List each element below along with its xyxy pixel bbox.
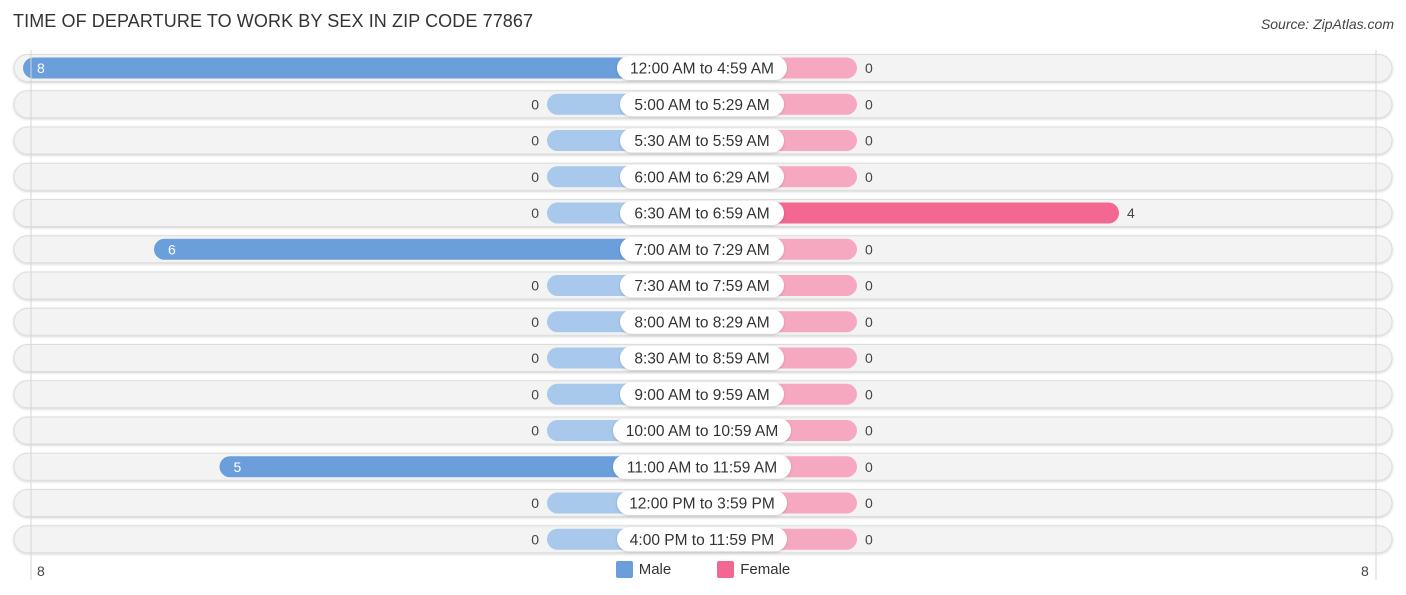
bar-row: 0 0 9:00 AM to 9:59 AM (13, 380, 1393, 409)
category-label: 12:00 AM to 4:59 AM (630, 61, 774, 78)
category-label: 8:00 AM to 8:29 AM (634, 314, 769, 331)
category-label: 4:00 PM to 11:59 PM (630, 532, 774, 549)
category-label: 11:00 AM to 11:59 AM (627, 459, 777, 476)
category-label: 8:30 AM to 8:59 AM (634, 351, 769, 368)
value-label-female: 0 (865, 169, 873, 185)
legend-swatch-male (615, 561, 633, 578)
bar-row: 0 0 8:30 AM to 8:59 AM (13, 344, 1393, 372)
bar-row: 6 0 7:00 AM to 7:29 AM (13, 235, 1393, 264)
legend-item-male[interactable]: Male (615, 561, 672, 578)
value-label-female: 0 (865, 495, 873, 511)
bar-row: 0 0 4:00 PM to 11:59 PM (13, 525, 1393, 554)
value-label-male: 8 (37, 60, 45, 76)
bar-row: 0 0 5:00 AM to 5:29 AM (13, 90, 1393, 119)
value-label-male: 0 (531, 495, 539, 511)
value-label-male: 0 (531, 278, 539, 294)
value-label-female: 0 (865, 350, 873, 366)
value-label-male: 0 (531, 96, 539, 112)
bar-row: 0 0 6:00 AM to 6:29 AM (13, 162, 1393, 191)
category-label: 6:30 AM to 6:59 AM (634, 206, 769, 223)
bar-row: 0 0 7:30 AM to 7:59 AM (13, 271, 1393, 300)
value-label-female: 0 (865, 133, 873, 149)
bar-row: 0 4 6:30 AM to 6:59 AM (13, 199, 1393, 227)
value-label-male: 0 (531, 314, 539, 330)
value-label-male: 0 (531, 205, 539, 221)
bar-row: 5 0 11:00 AM to 11:59 AM (13, 452, 1393, 481)
value-label-male: 0 (531, 169, 539, 185)
chart-canvas: 8 0 12:00 AM to 4:59 AM 0 0 5:00 AM to 5:29 A… (13, 50, 1393, 580)
legend-label-male: Male (638, 561, 672, 578)
category-label: 12:00 PM to 3:59 PM (629, 496, 775, 513)
bar-row: 0 0 5:30 AM to 5:59 AM (13, 126, 1393, 155)
bar-male[interactable] (154, 238, 702, 260)
value-label-female: 0 (865, 96, 873, 112)
value-label-male: 6 (168, 241, 176, 257)
category-label: 9:00 AM to 9:59 AM (634, 387, 769, 404)
legend-item-female[interactable]: Female (687, 561, 790, 578)
legend-label-female: Female (740, 561, 791, 578)
value-label-female: 0 (865, 241, 873, 257)
value-label-female: 0 (865, 386, 873, 402)
value-label-female: 0 (865, 60, 873, 76)
value-label-male: 0 (531, 350, 539, 366)
bar-row: 8 0 12:00 AM to 4:59 AM (13, 54, 1393, 82)
value-label-female: 0 (865, 423, 873, 439)
value-label-female: 0 (865, 314, 873, 330)
value-label-male: 5 (234, 459, 242, 475)
value-label-female: 0 (865, 531, 873, 547)
category-label: 7:30 AM to 7:59 AM (634, 278, 769, 295)
bar-row: 0 0 8:00 AM to 8:29 AM (13, 307, 1393, 336)
value-label-male: 0 (531, 531, 539, 547)
category-label: 6:00 AM to 6:29 AM (634, 169, 769, 186)
category-label: 5:00 AM to 5:29 AM (634, 97, 769, 114)
category-label: 7:00 AM to 7:29 AM (634, 242, 769, 259)
legend: Male Female (0, 561, 1406, 578)
value-label-male: 0 (531, 423, 539, 439)
value-label-male: 0 (531, 386, 539, 402)
legend-swatch-female (717, 561, 735, 578)
value-label-female: 4 (1127, 205, 1135, 221)
bar-row: 0 0 12:00 PM to 3:59 PM (13, 489, 1393, 517)
category-label: 10:00 AM to 10:59 AM (626, 423, 779, 440)
value-label-female: 0 (865, 459, 873, 475)
value-label-female: 0 (865, 278, 873, 294)
rows-group: 8 0 12:00 AM to 4:59 AM 0 0 5:00 AM to 5:29 A… (13, 54, 1393, 554)
category-label: 5:30 AM to 5:59 AM (634, 133, 769, 150)
bar-row: 0 0 10:00 AM to 10:59 AM (13, 416, 1393, 445)
value-label-male: 0 (531, 133, 539, 149)
bar-male[interactable] (23, 57, 702, 79)
